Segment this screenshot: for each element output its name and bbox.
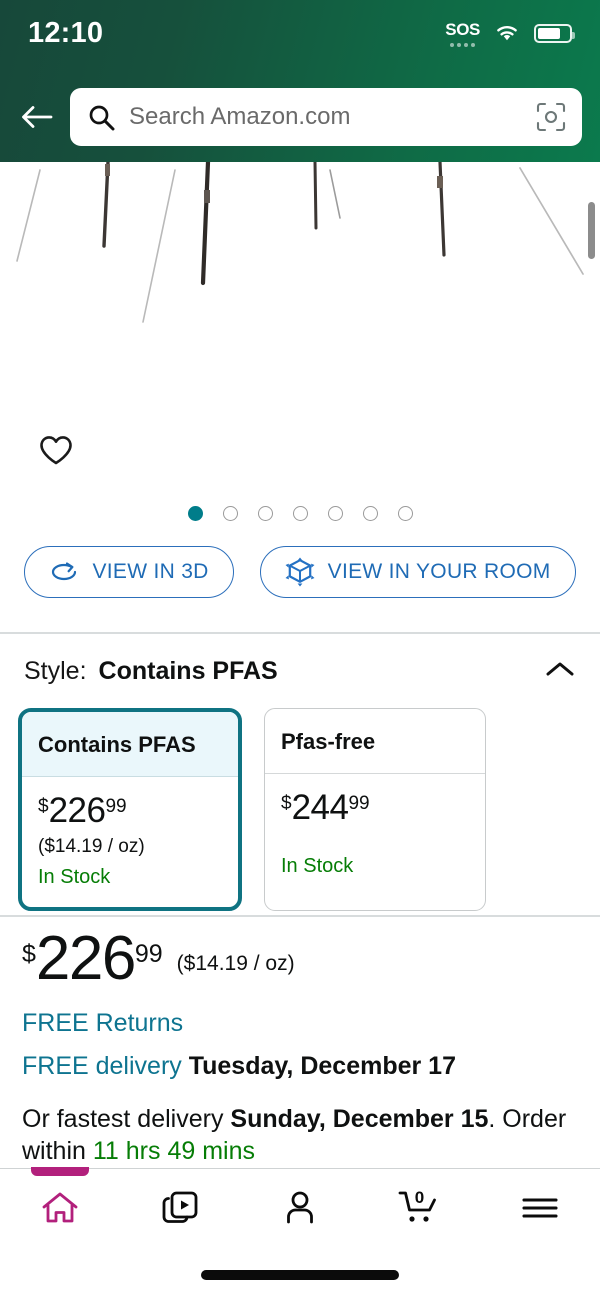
- carousel-dot[interactable]: [397, 506, 413, 521]
- app-header: 12:10 SOS Search Amazon.com: [0, 0, 600, 162]
- cart-badge-count: 0: [415, 1188, 424, 1207]
- style-option-unit-price: ($14.19 / oz): [38, 836, 145, 857]
- style-option-price: $ 226 99: [38, 793, 222, 828]
- camera-lens-icon[interactable]: [536, 102, 566, 132]
- style-option-price: $ 244 99: [281, 790, 469, 825]
- hamburger-menu-icon: [522, 1198, 558, 1218]
- free-delivery-prefix: FREE delivery: [22, 1051, 182, 1080]
- status-indicators: SOS: [445, 20, 575, 47]
- style-label: Style:: [24, 656, 87, 685]
- search-placeholder: Search Amazon.com: [129, 103, 351, 130]
- style-option-card[interactable]: Contains PFAS $ 226 99 ($14.19 / oz) In …: [18, 708, 242, 911]
- style-option-stock: In Stock: [281, 855, 354, 877]
- price-fraction: 99: [348, 793, 370, 814]
- carousel-dot[interactable]: [327, 506, 343, 521]
- price-whole: 244: [291, 788, 349, 827]
- carousel-dot[interactable]: [187, 506, 203, 521]
- active-tab-indicator: [31, 1167, 89, 1176]
- fastest-delivery-line: Or fastest delivery Sunday, December 15.…: [22, 1103, 578, 1167]
- search-input[interactable]: Search Amazon.com: [70, 88, 582, 146]
- style-selected-value: Contains PFAS: [98, 656, 278, 685]
- style-option-title: Contains PFAS: [22, 712, 238, 777]
- bottom-navigation: 0: [0, 1167, 600, 1298]
- carousel-dot[interactable]: [222, 506, 238, 521]
- carousel-dot[interactable]: [362, 506, 378, 521]
- home-icon: [42, 1192, 78, 1223]
- bottom-nav-items: 0: [0, 1167, 600, 1247]
- back-arrow-icon: [22, 106, 53, 128]
- order-countdown: 11 hrs 49 mins: [92, 1136, 255, 1165]
- view-in-your-room-label: VIEW IN YOUR ROOM: [327, 560, 551, 583]
- wishlist-button[interactable]: [38, 432, 74, 468]
- ar-cube-icon: [285, 557, 315, 587]
- price-block: $ 226 99 ($14.19 / oz) FREE Returns FREE…: [0, 924, 600, 1167]
- free-returns-link[interactable]: FREE Returns: [22, 1009, 578, 1038]
- price-currency: $: [38, 796, 49, 817]
- style-option-body: $ 226 99 ($14.19 / oz) In Stock: [22, 777, 238, 907]
- rotate-3d-icon: [52, 562, 77, 581]
- product-image: [16, 162, 584, 323]
- carousel-dot[interactable]: [257, 506, 273, 521]
- view-in-your-room-button[interactable]: VIEW IN YOUR ROOM: [259, 546, 576, 598]
- nav-item-menu[interactable]: [480, 1169, 600, 1247]
- price-whole: 226: [35, 924, 136, 993]
- back-button[interactable]: [14, 94, 60, 140]
- style-section: Style: Contains PFAS Contains PFAS $ 226…: [0, 634, 600, 911]
- video-stack-icon: [162, 1191, 198, 1223]
- status-bar: 12:10 SOS: [0, 0, 600, 66]
- battery-icon: [534, 23, 575, 43]
- price-fraction: 99: [105, 796, 127, 817]
- style-option-body: $ 244 99 In Stock: [265, 774, 485, 896]
- fastest-prefix: Or fastest delivery: [22, 1104, 224, 1133]
- nav-item-home[interactable]: [0, 1167, 120, 1247]
- main-price: $ 226 99 ($14.19 / oz): [22, 924, 578, 993]
- price-fraction: 99: [134, 940, 163, 968]
- view-in-3d-label: VIEW IN 3D: [92, 560, 209, 583]
- view-in-3d-button[interactable]: VIEW IN 3D: [24, 546, 234, 598]
- nav-item-cart[interactable]: 0: [360, 1169, 480, 1247]
- sos-label: SOS: [445, 19, 480, 39]
- style-option-stock: In Stock: [38, 866, 111, 888]
- wifi-icon: [497, 26, 517, 41]
- heart-icon: [40, 436, 72, 465]
- style-option-card[interactable]: Pfas-free $ 244 99 In Stock: [264, 708, 486, 911]
- style-options: Contains PFAS $ 226 99 ($14.19 / oz) In …: [0, 690, 600, 911]
- style-collapse-button[interactable]: [544, 659, 576, 684]
- person-icon: [287, 1191, 313, 1224]
- search-row: Search Amazon.com: [0, 86, 600, 148]
- free-delivery-line[interactable]: FREE delivery Tuesday, December 17: [22, 1052, 578, 1081]
- status-clock: 12:10: [28, 16, 104, 49]
- price-currency: $: [22, 940, 36, 968]
- nav-item-account[interactable]: [240, 1169, 360, 1247]
- style-header[interactable]: Style: Contains PFAS: [0, 634, 600, 690]
- free-delivery-date: Tuesday, December 17: [188, 1051, 456, 1080]
- price-whole: 226: [48, 791, 106, 830]
- divider: [0, 915, 600, 917]
- carousel-dots[interactable]: [0, 506, 600, 521]
- search-icon: [89, 105, 115, 130]
- price-currency: $: [281, 793, 292, 814]
- price-unit: ($14.19 / oz): [176, 952, 295, 975]
- product-image-carousel[interactable]: [0, 162, 600, 494]
- signal-dots: [450, 42, 476, 47]
- home-indicator-bar: [201, 1270, 399, 1280]
- carousel-dot[interactable]: [292, 506, 308, 521]
- style-option-title: Pfas-free: [265, 709, 485, 774]
- sos-indicator: SOS: [445, 20, 480, 47]
- image-scrollbar[interactable]: [588, 202, 595, 259]
- shopping-cart-icon: 0: [398, 1188, 436, 1222]
- fastest-date: Sunday, December 15: [230, 1104, 489, 1133]
- view-buttons-row: VIEW IN 3D VIEW IN YOUR ROOM: [0, 546, 600, 598]
- chevron-up-icon: [546, 662, 574, 675]
- nav-item-media[interactable]: [120, 1169, 240, 1247]
